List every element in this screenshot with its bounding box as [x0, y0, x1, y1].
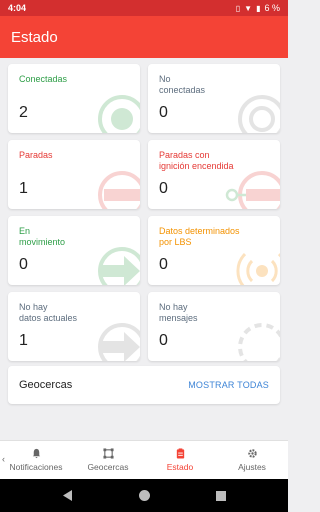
status-card-stopped[interactable]: Paradas 1: [8, 140, 140, 209]
no-data-arrow-icon: [98, 323, 140, 361]
recents-icon[interactable]: [215, 490, 226, 501]
card-count: 0: [159, 256, 168, 273]
status-card-stopped-ignition-on[interactable]: Paradas con ignición encendida 0: [148, 140, 280, 209]
tab-geofences[interactable]: Geocercas: [72, 441, 144, 479]
status-content: Conectadas 2 No conectadas 0 Paradas 1 P…: [0, 58, 288, 438]
disconnected-circle-icon: [238, 95, 280, 133]
tab-label: Estado: [166, 462, 194, 472]
geofences-title: Geocercas: [19, 379, 73, 391]
bell-icon: [32, 448, 40, 459]
status-card-no-current-data[interactable]: No hay datos actuales 1: [8, 292, 140, 361]
tab-label: Ajustes: [238, 462, 266, 472]
lbs-signal-icon: [236, 252, 280, 285]
card-label: En movimiento: [19, 226, 66, 247]
home-icon[interactable]: [138, 490, 150, 501]
back-icon[interactable]: [62, 490, 73, 501]
card-count: 0: [19, 256, 28, 273]
tab-label: Notificaciones: [9, 462, 63, 472]
geofences-card: Geocercas MOSTRAR TODAS: [8, 366, 280, 404]
card-count: 0: [159, 104, 168, 121]
card-count: 0: [159, 180, 168, 197]
status-icons: ▯ ▼ ▮ 6 %: [236, 3, 280, 13]
key-stop-icon: [225, 171, 280, 209]
bottom-navigation: ‹ Notificaciones Geocercas Estado Ajuste…: [0, 440, 288, 479]
card-label: No hay mensajes: [159, 302, 198, 323]
status-card-moving[interactable]: En movimiento 0: [8, 216, 140, 285]
system-navigation-bar: [0, 479, 288, 512]
card-count: 0: [159, 332, 168, 349]
card-label: Conectadas: [19, 74, 68, 84]
connected-circle-icon: [98, 95, 140, 133]
battery-level: 6 %: [264, 3, 280, 13]
status-card-no-messages[interactable]: No hay mensajes 0: [148, 292, 280, 361]
card-count: 1: [19, 332, 28, 349]
status-card-connected[interactable]: Conectadas 2: [8, 64, 140, 133]
card-label: No conectadas: [159, 74, 206, 95]
card-count: 2: [19, 104, 28, 121]
gear-icon: [247, 449, 257, 458]
tab-notifications[interactable]: Notificaciones: [0, 441, 72, 479]
clipboard-icon: [176, 448, 184, 459]
tab-status[interactable]: Estado: [144, 441, 216, 479]
moving-arrow-icon: [98, 247, 140, 285]
tab-settings[interactable]: Ajustes: [216, 441, 288, 479]
battery-icon: ▮: [256, 3, 261, 13]
stop-icon: [98, 171, 140, 209]
tab-label: Geocercas: [87, 462, 129, 472]
status-card-lbs[interactable]: Datos determinados por LBS 0: [148, 216, 280, 285]
card-label: Datos determinados por LBS: [159, 226, 240, 247]
status-bar: 4:04 ▯ ▼ ▮ 6 %: [0, 0, 288, 16]
status-time: 4:04: [8, 3, 27, 13]
vibrate-icon: ▯: [235, 3, 241, 13]
app-bar: Estado: [0, 16, 288, 58]
no-messages-dashed-icon: [238, 323, 280, 361]
geofence-icon: [102, 448, 114, 459]
card-label: No hay datos actuales: [19, 302, 78, 323]
status-card-not-connected[interactable]: No conectadas 0: [148, 64, 280, 133]
show-all-button[interactable]: MOSTRAR TODAS: [188, 380, 269, 390]
page-title: Estado: [11, 28, 58, 46]
card-count: 1: [19, 180, 28, 197]
card-label: Paradas: [19, 150, 53, 160]
card-label: Paradas con ignición encendida: [159, 150, 234, 171]
wifi-icon: ▼: [244, 3, 253, 13]
